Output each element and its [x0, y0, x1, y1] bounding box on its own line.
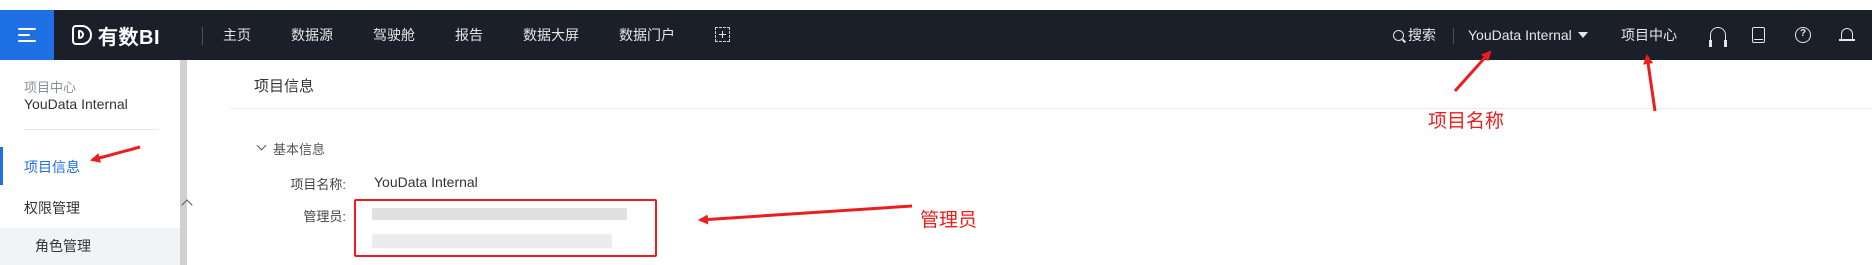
sidebar-scrollbar[interactable] [180, 60, 187, 265]
nav-divider-right [1453, 28, 1454, 44]
project-selector[interactable]: YouData Internal [1468, 10, 1588, 60]
project-name-value: YouData Internal [374, 174, 478, 190]
sidebar-item-project-info[interactable]: 项目信息 [24, 157, 80, 177]
project-selector-label: YouData Internal [1468, 27, 1572, 43]
active-indicator [0, 147, 3, 185]
sidebar-item-roles[interactable]: 角色管理 [35, 236, 91, 256]
nav-item-datasource[interactable]: 数据源 [291, 10, 333, 60]
brand-name: 有数BI [98, 26, 160, 49]
chevron-down-icon[interactable] [256, 140, 267, 151]
section-title-basic-info[interactable]: 基本信息 [273, 139, 325, 158]
logo-icon [72, 25, 92, 45]
headset-icon[interactable] [1709, 27, 1727, 47]
nav-item-home[interactable]: 主页 [223, 10, 251, 60]
hamburger-icon [18, 28, 36, 42]
annotation-admin: 管理员 [920, 210, 978, 231]
sidebar-group-permissions[interactable]: 权限管理 [24, 198, 80, 218]
search-button[interactable]: 搜索 [1393, 10, 1436, 60]
arrow-to-project-center [1643, 54, 1657, 112]
admin-label: 管理员: [303, 209, 346, 224]
sidebar-project-name: YouData Internal [24, 96, 128, 112]
top-navbar: 有数BI 主页 数据源 驾驶舱 报告 数据大屏 数据门户 搜索 YouData … [0, 10, 1872, 60]
header-divider [230, 108, 1872, 109]
search-icon [1393, 29, 1404, 41]
top-strip [0, 0, 1872, 10]
annotation-project-name: 项目名称 [1428, 111, 1505, 132]
nav-item-bigscreen[interactable]: 数据大屏 [523, 10, 579, 60]
help-icon[interactable]: ? [1795, 27, 1811, 43]
page-title: 项目信息 [254, 78, 315, 95]
arrow-to-admin-box [698, 204, 913, 225]
bell-icon[interactable] [1839, 27, 1855, 43]
brand-logo[interactable]: 有数BI [72, 22, 160, 49]
nav-item-cockpit[interactable]: 驾驶舱 [373, 10, 415, 60]
nav-item-portal[interactable]: 数据门户 [619, 10, 675, 60]
nav-divider [202, 27, 203, 45]
nav-item-report[interactable]: 报告 [455, 10, 483, 60]
add-tab-icon[interactable] [715, 27, 730, 42]
caret-down-icon [1577, 32, 1588, 38]
project-name-label: 项目名称: [290, 177, 346, 192]
menu-button[interactable] [0, 10, 54, 60]
sidebar-section-label: 项目中心 [24, 80, 77, 95]
sidebar-divider [24, 129, 158, 130]
project-center-link[interactable]: 项目中心 [1621, 10, 1677, 60]
book-icon[interactable] [1752, 27, 1765, 43]
search-label: 搜索 [1408, 27, 1436, 43]
admin-highlight-box [354, 199, 657, 257]
